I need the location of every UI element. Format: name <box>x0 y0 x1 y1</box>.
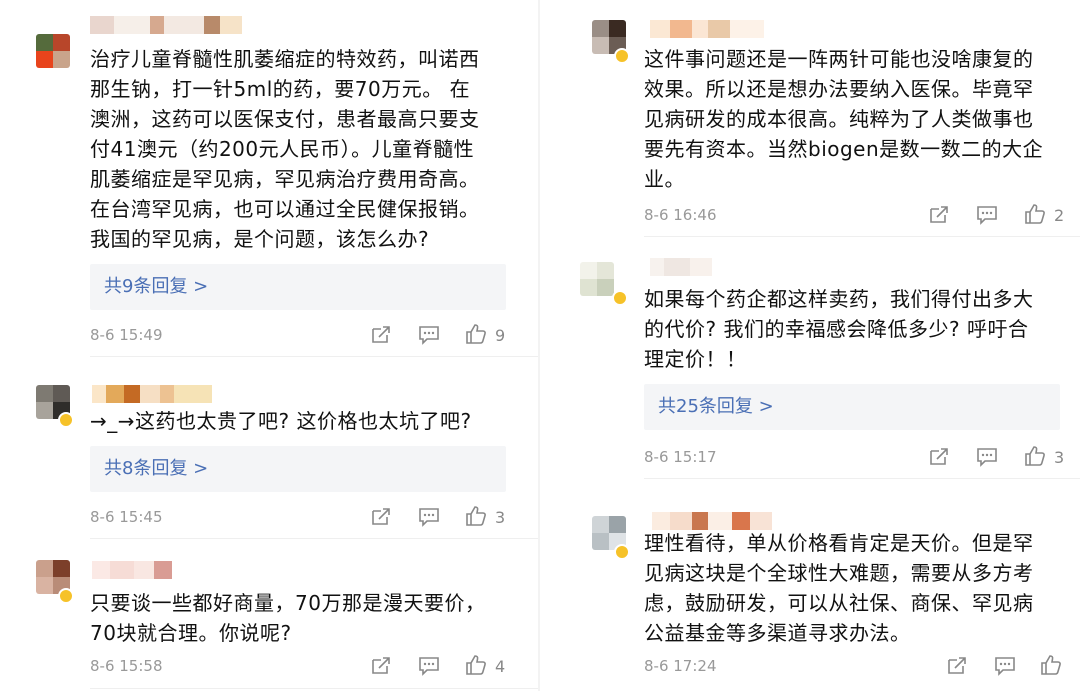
verified-badge-icon <box>614 544 630 560</box>
thumbs-up-icon[interactable] <box>465 505 487 526</box>
comment-icon[interactable] <box>418 325 440 345</box>
verified-badge-icon <box>58 412 74 428</box>
divider <box>644 478 1080 479</box>
comment-icon[interactable] <box>976 205 998 225</box>
divider <box>90 538 540 539</box>
timestamp: 8-6 15:49 <box>90 326 163 344</box>
like-count: 3 <box>1054 448 1065 467</box>
comment-text: 如果每个药企都这样卖药，我们得付出多大 的代价? 我们的幸福感会降低多少? 呼吁… <box>644 287 1034 371</box>
like-count: 3 <box>495 508 506 527</box>
timestamp: 8-6 16:46 <box>644 206 717 224</box>
thumbs-up-icon[interactable] <box>465 323 487 344</box>
like-count: 4 <box>495 657 506 676</box>
timestamp: 8-6 17:24 <box>644 657 717 675</box>
like-count: 9 <box>495 326 506 345</box>
divider <box>644 236 1080 237</box>
divider <box>90 356 540 357</box>
username-blurred[interactable] <box>650 20 764 38</box>
comment-text: 理性看待，单从价格看肯定是天价。但是罕 见病这块是个全球性大难题，需要从多方考 … <box>644 531 1034 645</box>
share-icon[interactable] <box>370 507 392 527</box>
share-icon[interactable] <box>928 447 950 467</box>
thumbs-up-icon[interactable] <box>1040 654 1062 675</box>
timestamp: 8-6 15:58 <box>90 657 163 675</box>
view-replies-button[interactable]: 共8条回复 > <box>90 446 506 492</box>
like-count: 2 <box>1054 206 1065 225</box>
comment-text: 治疗儿童脊髓性肌萎缩症的特效药，叫诺西 那生钠，打一针5ml的药，要70万元。 … <box>90 47 480 251</box>
comment-text: 这件事问题还是一阵两针可能也没啥康复的 效果。所以还是想办法要纳入医保。毕竟罕 … <box>644 47 1044 191</box>
verified-badge-icon <box>612 290 628 306</box>
view-replies-button[interactable]: 共9条回复 > <box>90 264 506 310</box>
avatar[interactable] <box>36 34 70 68</box>
thumbs-up-icon[interactable] <box>1024 445 1046 466</box>
comment-icon[interactable] <box>418 656 440 676</box>
comment-icon[interactable] <box>994 656 1016 676</box>
thumbs-up-icon[interactable] <box>465 654 487 675</box>
timestamp: 8-6 15:17 <box>644 448 717 466</box>
share-icon[interactable] <box>928 205 950 225</box>
divider <box>90 688 540 689</box>
verified-badge-icon <box>58 588 74 604</box>
username-blurred[interactable] <box>650 258 712 276</box>
comment-text: →_→这药也太贵了吧? 这价格也太坑了吧? <box>90 409 472 433</box>
share-icon[interactable] <box>946 656 968 676</box>
left-comment-column: 治疗儿童脊髓性肌萎缩症的特效药，叫诺西 那生钠，打一针5ml的药，要70万元。 … <box>0 0 540 691</box>
verified-badge-icon <box>614 48 630 64</box>
thumbs-up-icon[interactable] <box>1024 203 1046 224</box>
comment-text: 只要谈一些都好商量，70万那是漫天要价， 70块就合理。你说呢? <box>90 591 486 645</box>
username-blurred[interactable] <box>92 561 172 579</box>
view-replies-button[interactable]: 共25条回复 > <box>644 384 1060 430</box>
timestamp: 8-6 15:45 <box>90 508 163 526</box>
share-icon[interactable] <box>370 325 392 345</box>
avatar[interactable] <box>580 262 614 296</box>
share-icon[interactable] <box>370 656 392 676</box>
right-comment-column: 这件事问题还是一阵两针可能也没啥康复的 效果。所以还是想办法要纳入医保。毕竟罕 … <box>540 0 1080 691</box>
username-blurred[interactable] <box>90 16 242 34</box>
comment-icon[interactable] <box>976 447 998 467</box>
comment-icon[interactable] <box>418 507 440 527</box>
username-blurred[interactable] <box>92 385 212 403</box>
